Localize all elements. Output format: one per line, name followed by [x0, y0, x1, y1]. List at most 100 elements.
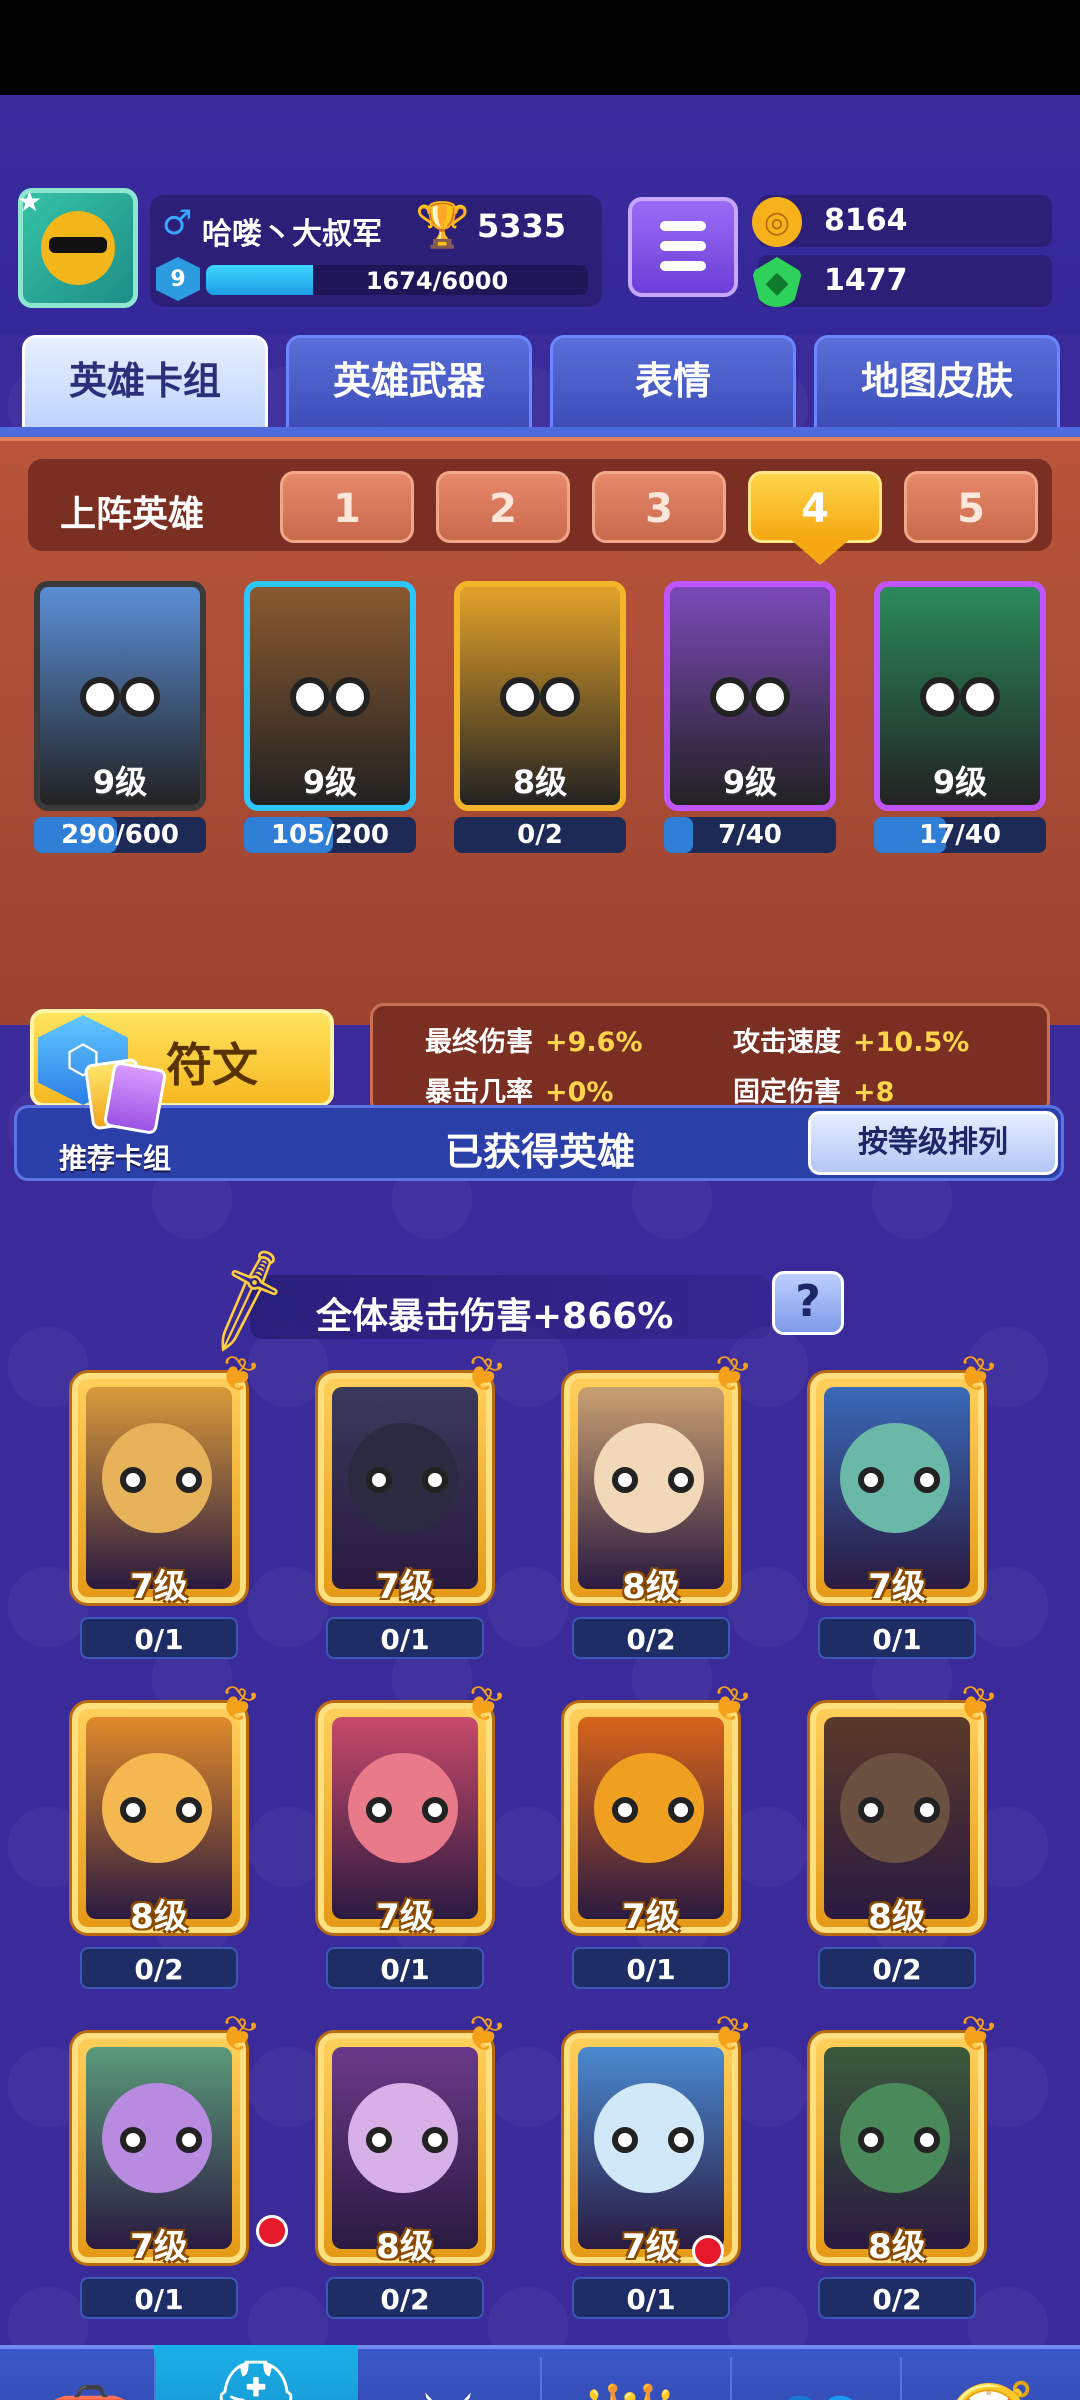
deck-slot-5[interactable]: 5	[904, 471, 1038, 543]
owned-hero-card[interactable]: ❦ 7级 0/1	[64, 1342, 266, 1667]
avatar-face	[41, 211, 115, 285]
owned-hero-card[interactable]: ❦ 8级 0/2	[556, 1342, 758, 1667]
trophy-icon: 🏆	[415, 200, 470, 251]
hero-shard-progress: 0/1	[818, 1617, 976, 1659]
nav-ranking[interactable]: 👑	[540, 2345, 720, 2400]
hero-eyes	[80, 677, 160, 717]
hero-shard-progress: 0/2	[80, 1947, 238, 1989]
hero-level: 8级	[868, 1897, 926, 1937]
owned-hero-card[interactable]: ❦ 7级 0/1	[310, 1342, 512, 1667]
deck-hero-card[interactable]: 8级 0/2	[454, 581, 626, 853]
owned-hero-card[interactable]: ❦ 8级 0/2	[64, 1672, 266, 1997]
hero-eye	[668, 2127, 694, 2153]
help-button[interactable]: ?	[772, 1271, 844, 1335]
hero-eye	[668, 1797, 694, 1823]
gender-icon: ♂	[162, 203, 193, 243]
notification-badge	[256, 2215, 288, 2247]
hero-eye	[176, 1467, 202, 1493]
menu-line	[660, 221, 706, 231]
stat-name: 固定伤害	[733, 1077, 841, 1108]
tabs-divider	[0, 427, 1080, 437]
avatar[interactable]: ★	[17, 185, 138, 308]
hero-shard-progress: 17/40	[874, 817, 1046, 853]
sword-icon: 🗡	[182, 1238, 311, 1361]
deck-slot-2[interactable]: 2	[436, 471, 570, 543]
hero-level: 8级	[868, 2227, 926, 2267]
stat-crit-chance: 暴击几率 +0%	[425, 1070, 613, 1109]
player-name: 哈喽丶大叔军	[202, 217, 382, 252]
owned-hero-card[interactable]: ❦ 7级 0/1	[556, 1672, 758, 1997]
hero-shard-text: 0/2	[517, 820, 563, 850]
owned-hero-card[interactable]: ❦ 7级 0/1	[802, 1342, 1004, 1667]
gold-row[interactable]: ◎ 8164	[752, 195, 1052, 247]
stat-fixed-damage: 固定伤害 +8	[733, 1070, 894, 1109]
hero-eye	[120, 1467, 146, 1493]
owned-hero-card[interactable]: ❦ 8级 0/2	[802, 1672, 1004, 1997]
nav-heroes[interactable]: ⛑ 英雄	[154, 2345, 358, 2400]
nav-social[interactable]: 👥	[730, 2345, 910, 2400]
stat-value: +10.5%	[853, 1027, 970, 1058]
hero-shard-text: 17/40	[919, 820, 1001, 850]
deck-hero-card[interactable]: 9级 105/200	[244, 581, 416, 853]
menu-button[interactable]	[628, 197, 738, 297]
owned-hero-card[interactable]: ❦ 7级 0/1	[310, 1672, 512, 1997]
header: ★ ♂ 哈喽丶大叔军 🏆 5335 9 1674/6000 ◎ 8164 ◆ 1…	[0, 95, 1080, 335]
stat-value: +8	[853, 1077, 895, 1108]
hero-level: 7级	[868, 1567, 926, 1607]
sort-by-level-button[interactable]: 按等级排列	[808, 1111, 1058, 1175]
hero-eye	[422, 1797, 448, 1823]
tab-hero-weapons[interactable]: 英雄武器	[286, 335, 532, 427]
hero-eye	[858, 1797, 884, 1823]
star-icon: ★	[17, 185, 43, 218]
gem-amount: 1477	[824, 263, 908, 298]
nav-divider	[900, 2357, 902, 2400]
hero-shard-progress: 0/2	[454, 817, 626, 853]
hero-eye	[612, 1467, 638, 1493]
nav-battle[interactable]: ⚔	[358, 2345, 538, 2400]
owned-hero-card[interactable]: ❦ 8级 0/2	[310, 2002, 512, 2327]
hero-level: 8级	[622, 1567, 680, 1607]
deck-slot-3[interactable]: 3	[592, 471, 726, 543]
nav-explore[interactable]: 🧭	[900, 2345, 1080, 2400]
friends-icon: 👥	[775, 2384, 865, 2400]
hero-portrait: 9级	[34, 581, 206, 811]
tab-map-skins[interactable]: 地图皮肤	[814, 335, 1060, 427]
hero-level: 9级	[302, 763, 358, 801]
hero-eyes	[920, 677, 1000, 717]
owned-hero-card[interactable]: ❦ 8级 0/2	[802, 2002, 1004, 2327]
deck-hero-card[interactable]: 9级 17/40	[874, 581, 1046, 853]
chest-icon: 🧰	[45, 2384, 135, 2400]
helmet-icon: ⛑	[210, 2355, 302, 2400]
hero-eye	[914, 2127, 940, 2153]
hero-shard-progress: 290/600	[34, 817, 206, 853]
owned-hero-card[interactable]: ❦ 7级 0/1	[64, 2002, 266, 2327]
deck-hero-card[interactable]: 9级 7/40	[664, 581, 836, 853]
notification-badge	[692, 2235, 724, 2267]
hero-shard-progress: 105/200	[244, 817, 416, 853]
tab-hero-deck[interactable]: 英雄卡组	[22, 335, 268, 431]
hero-eye	[858, 2127, 884, 2153]
xp-text: 1674/6000	[365, 267, 509, 295]
hero-shard-progress: 0/2	[818, 1947, 976, 1989]
deck-hero-card[interactable]: 9级 290/600	[34, 581, 206, 853]
hero-portrait: 8级	[454, 581, 626, 811]
hero-shard-progress: 0/1	[80, 2277, 238, 2319]
hero-level: 8级	[376, 2227, 434, 2267]
hero-eye	[366, 1467, 392, 1493]
deck-slot-1[interactable]: 1	[280, 471, 414, 543]
nav-shop[interactable]: 🧰	[0, 2345, 180, 2400]
owned-hero-card[interactable]: ❦ 7级 0/1	[556, 2002, 758, 2327]
gem-icon: ◆	[752, 257, 802, 307]
hero-eye	[914, 1797, 940, 1823]
gem-row[interactable]: ◆ 1477	[752, 255, 1052, 307]
hero-shard-progress: 0/1	[326, 1947, 484, 1989]
trophy-count: 5335	[477, 207, 567, 245]
hero-eye	[914, 1467, 940, 1493]
hero-level: 7级	[622, 1897, 680, 1937]
stat-name: 最终伤害	[425, 1027, 533, 1058]
player-info: ♂ 哈喽丶大叔军 🏆 5335 9 1674/6000	[150, 195, 602, 307]
tab-emotes[interactable]: 表情	[550, 335, 796, 427]
deck-slot-4[interactable]: 4	[748, 471, 882, 543]
hero-eye	[612, 2127, 638, 2153]
hero-eye	[366, 1797, 392, 1823]
